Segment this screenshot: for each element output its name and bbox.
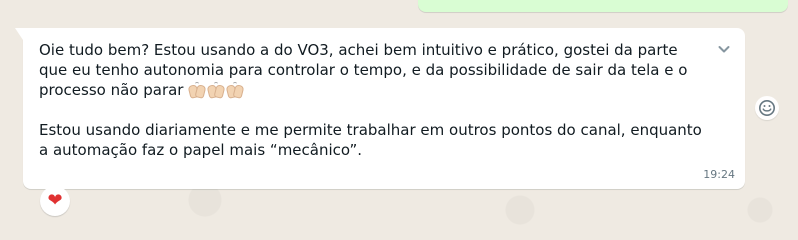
raised-hands-icon	[226, 82, 244, 98]
smile-icon[interactable]	[755, 96, 779, 120]
raised-hands-icon	[207, 82, 225, 98]
message-paragraph: Oie tudo bem? Estou usando a do VO3, ach…	[39, 40, 709, 100]
message-timestamp: 19:24	[703, 168, 735, 181]
message-tail	[15, 28, 23, 40]
message-paragraph: Estou usando diariamente e me permite tr…	[39, 121, 702, 159]
message-paragraph-1-text: Oie tudo bem? Estou usando a do VO3, ach…	[39, 41, 688, 99]
raised-hands-emoji-row	[188, 82, 244, 98]
outgoing-message-partial	[418, 0, 788, 12]
raised-hands-icon	[188, 82, 206, 98]
heart-reaction[interactable]: ❤	[40, 186, 70, 216]
incoming-message-bubble[interactable]: Oie tudo bem? Estou usando a do VO3, ach…	[15, 28, 745, 189]
chevron-down-icon[interactable]	[717, 41, 731, 55]
message-text: Oie tudo bem? Estou usando a do VO3, ach…	[39, 40, 709, 160]
